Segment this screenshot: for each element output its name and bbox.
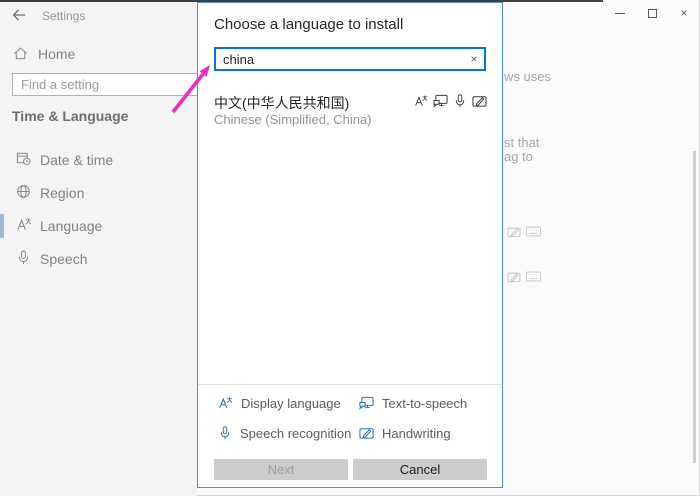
sidebar-item-language[interactable]: Language — [0, 214, 197, 238]
arrow-left-icon — [11, 7, 27, 23]
sidebar-item-home[interactable]: Home — [0, 42, 197, 66]
choose-language-dialog: Choose a language to install × 中文(中华人民共和… — [197, 2, 503, 488]
background-text-fragment: ws uses — [504, 69, 551, 84]
close-button[interactable]: × — [673, 4, 695, 22]
maximize-icon — [648, 9, 657, 18]
legend-label: Text-to-speech — [382, 396, 467, 411]
handwriting-icon — [507, 271, 521, 283]
display-language-icon — [16, 217, 32, 232]
next-button[interactable]: Next — [214, 459, 348, 480]
legend-label: Display language — [241, 396, 341, 411]
display-language-icon — [414, 94, 428, 108]
microphone-icon — [16, 250, 31, 265]
sidebar-item-label: Home — [38, 46, 75, 62]
handwriting-icon — [507, 226, 521, 238]
selection-accent-bar — [0, 214, 4, 238]
maximize-button[interactable] — [641, 4, 663, 22]
language-search-input[interactable] — [214, 47, 486, 71]
background-text-fragment: st that — [504, 135, 539, 150]
background-language-capability-icons — [507, 271, 541, 283]
display-language-icon — [218, 396, 233, 410]
settings-sidebar: Settings Home Time & Language Date & tim… — [0, 2, 197, 496]
sidebar-item-speech[interactable]: Speech — [0, 247, 197, 271]
handwriting-icon — [359, 426, 374, 440]
sidebar-item-label: Speech — [40, 251, 87, 267]
dialog-title: Choose a language to install — [214, 16, 403, 33]
app-title: Settings — [42, 9, 85, 23]
legend-text-to-speech: Text-to-speech — [359, 394, 467, 412]
legend-speech-recognition: Speech recognition — [218, 424, 351, 442]
text-to-speech-icon — [359, 396, 374, 410]
divider — [198, 384, 502, 385]
background-language-capability-icons — [507, 226, 541, 238]
legend-label: Speech recognition — [240, 426, 351, 441]
find-a-setting-input[interactable] — [12, 73, 198, 96]
clear-search-button[interactable]: × — [464, 49, 484, 69]
keyboard-icon — [526, 226, 541, 237]
calendar-clock-icon — [16, 151, 31, 166]
speech-recognition-icon — [453, 94, 467, 108]
minimize-button[interactable] — [609, 4, 631, 22]
sidebar-item-date-time[interactable]: Date & time — [0, 148, 197, 172]
globe-icon — [16, 184, 31, 199]
cancel-button[interactable]: Cancel — [353, 459, 487, 480]
sidebar-item-label: Language — [40, 218, 102, 234]
sidebar-item-label: Region — [40, 185, 84, 201]
language-english-name: Chinese (Simplified, China) — [214, 112, 372, 127]
sidebar-item-region[interactable]: Region — [0, 181, 197, 205]
back-button[interactable] — [11, 7, 27, 23]
home-icon — [13, 46, 28, 61]
legend-label: Handwriting — [382, 426, 451, 441]
sidebar-item-label: Date & time — [40, 152, 113, 168]
legend-display-language: Display language — [218, 394, 341, 412]
close-icon: × — [470, 52, 477, 66]
close-icon: × — [680, 7, 687, 19]
language-result-row[interactable]: 中文(中华人民共和国) Chinese (Simplified, China) — [198, 87, 502, 129]
caption-buttons: × — [609, 4, 695, 22]
language-native-name: 中文(中华人民共和国) — [214, 93, 349, 113]
text-to-speech-icon — [433, 94, 448, 108]
keyboard-icon — [526, 271, 541, 282]
minimize-icon — [615, 13, 625, 14]
speech-recognition-icon — [218, 426, 232, 440]
capability-icons — [414, 94, 487, 108]
sidebar-section-header: Time & Language — [12, 108, 128, 124]
legend-handwriting: Handwriting — [359, 424, 451, 442]
background-text-fragment: ag to — [504, 149, 533, 164]
page-scrollbar[interactable] — [693, 151, 696, 463]
handwriting-icon — [472, 94, 487, 108]
